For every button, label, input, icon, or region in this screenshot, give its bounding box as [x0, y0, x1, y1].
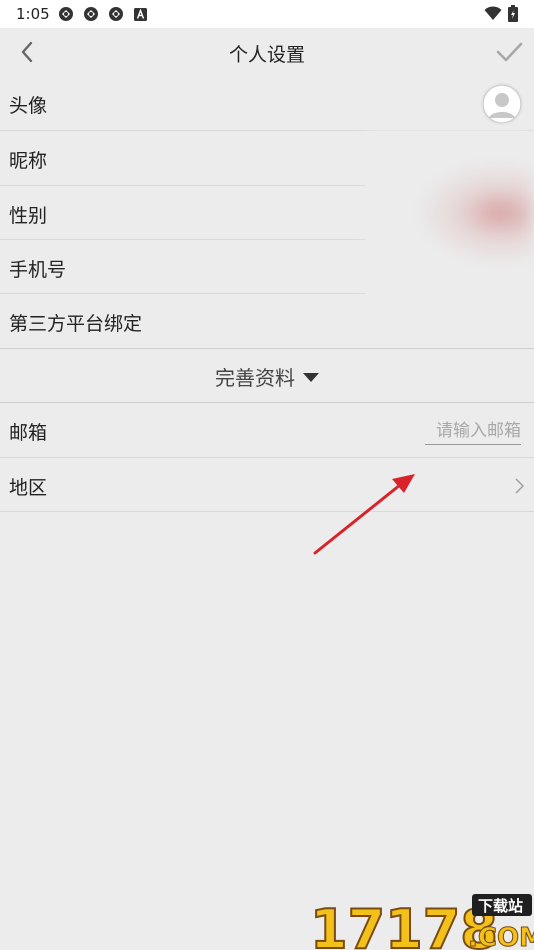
caret-down-icon — [303, 372, 319, 382]
third-party-binding-row[interactable]: 第三方平台绑定 — [0, 294, 534, 348]
wifi-icon — [484, 6, 502, 20]
status-time: 1:05 — [16, 5, 50, 23]
brand-icon — [59, 7, 73, 21]
a-icon — [134, 8, 147, 21]
phone-label: 手机号 — [9, 259, 67, 281]
redacted-blur — [366, 130, 534, 296]
region-row[interactable]: 地区 — [0, 458, 534, 512]
email-label: 邮箱 — [9, 422, 48, 444]
complete-profile-label: 完善资料 — [215, 365, 295, 390]
email-field[interactable] — [425, 417, 521, 445]
gender-label: 性别 — [9, 205, 48, 227]
app-bar: 个人设置 — [0, 28, 534, 76]
status-bar: 1:05 — [0, 0, 534, 28]
watermark-domain: .COM — [468, 923, 534, 950]
status-right — [484, 5, 518, 22]
screen: 1:05 个人设置 头像 昵称 性别 手机号 第三方平台绑定 完善资料 邮箱 请… — [0, 0, 534, 950]
page-title: 个人设置 — [228, 44, 305, 66]
complete-profile-toggle[interactable]: 完善资料 — [0, 349, 534, 403]
battery-icon — [508, 5, 518, 22]
check-icon[interactable] — [494, 38, 524, 66]
brand-icon — [109, 7, 123, 21]
divider — [0, 511, 534, 512]
avatar[interactable] — [482, 84, 522, 124]
avatar-row[interactable]: 头像 — [0, 76, 534, 130]
user-placeholder-icon — [482, 84, 522, 124]
avatar-label: 头像 — [9, 95, 48, 117]
region-label: 地区 — [9, 477, 48, 499]
nickname-label: 昵称 — [9, 150, 48, 172]
brand-icon — [84, 7, 98, 21]
watermark-logo: 17178 下载站 .COM — [309, 894, 534, 950]
chevron-right-icon — [515, 478, 524, 494]
email-row: 邮箱 — [0, 403, 534, 457]
watermark-tag: 下载站 — [478, 897, 523, 915]
third-party-binding-label: 第三方平台绑定 — [9, 313, 143, 335]
